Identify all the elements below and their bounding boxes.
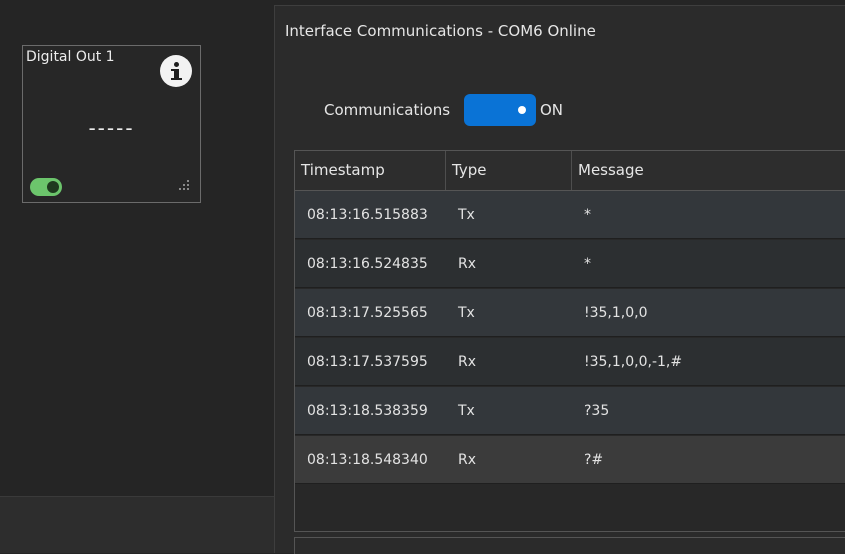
cell-message: ?# — [584, 452, 604, 468]
widget-toggle[interactable] — [30, 178, 62, 196]
communications-toggle[interactable] — [464, 94, 536, 126]
info-icon[interactable] — [160, 55, 192, 87]
cell-message: !35,1,0,0,-1,# — [584, 354, 683, 370]
digital-out-widget[interactable]: Digital Out 1 ----- — [22, 45, 201, 203]
column-header-type[interactable]: Type — [446, 151, 572, 190]
cell-message: ?35 — [584, 403, 610, 419]
communications-state: ON — [540, 101, 564, 119]
cell-timestamp: 08:13:17.525565 — [307, 305, 428, 321]
table-row[interactable]: 08:13:16.524835 Rx * — [295, 240, 845, 288]
cell-timestamp: 08:13:18.538359 — [307, 403, 428, 419]
cell-type: Rx — [458, 354, 477, 370]
widget-value: ----- — [88, 116, 135, 140]
table-row[interactable]: 08:13:17.537595 Rx !35,1,0,0,-1,# — [295, 338, 845, 386]
communications-label: Communications — [324, 101, 451, 119]
dashboard-bottom-strip — [0, 496, 275, 553]
cell-type: Tx — [458, 305, 475, 321]
cell-message: !35,1,0,0 — [584, 305, 648, 321]
table-row-selected[interactable]: 08:13:18.548340 Rx ?# — [295, 436, 845, 484]
column-header-message[interactable]: Message — [572, 151, 845, 190]
cell-timestamp: 08:13:16.515883 — [307, 207, 428, 223]
cell-type: Rx — [458, 256, 477, 272]
cell-type: Tx — [458, 207, 475, 223]
table-row[interactable]: 08:13:16.515883 Tx * — [295, 191, 845, 239]
panel-title: Interface Communications - COM6 Online — [285, 22, 596, 40]
cell-type: Rx — [458, 452, 477, 468]
column-header-timestamp[interactable]: Timestamp — [295, 151, 446, 190]
cell-timestamp: 08:13:18.548340 — [307, 452, 428, 468]
widget-title: Digital Out 1 — [26, 49, 115, 65]
table-row[interactable]: 08:13:18.538359 Tx ?35 — [295, 387, 845, 435]
toggle-knob — [518, 106, 526, 114]
messages-table: Timestamp Type Message 08:13:16.515883 T… — [294, 150, 845, 532]
table-header: Timestamp Type Message — [295, 151, 845, 191]
cell-message: * — [584, 207, 591, 223]
cell-timestamp: 08:13:17.537595 — [307, 354, 428, 370]
resize-grip-icon[interactable] — [178, 179, 190, 191]
cell-message: * — [584, 256, 591, 272]
cell-type: Tx — [458, 403, 475, 419]
panel-bottom-bar — [294, 537, 845, 554]
cell-timestamp: 08:13:16.524835 — [307, 256, 428, 272]
table-row[interactable]: 08:13:17.525565 Tx !35,1,0,0 — [295, 289, 845, 337]
interface-communications-panel: Interface Communications - COM6 Online C… — [274, 5, 845, 554]
